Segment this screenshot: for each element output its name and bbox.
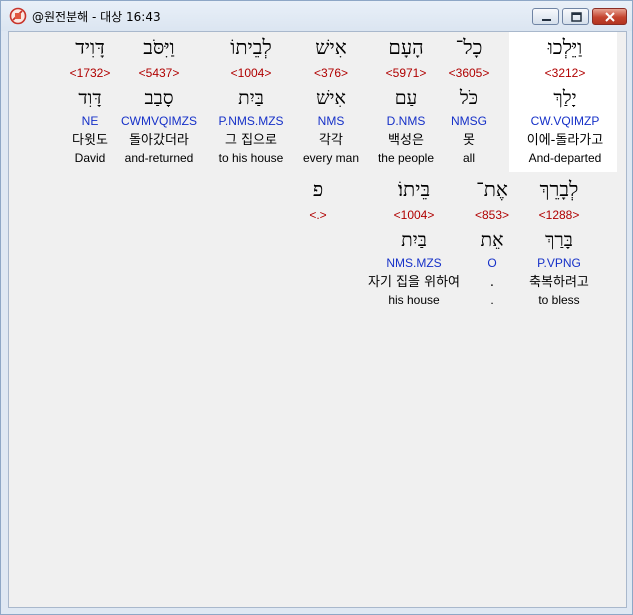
english-gloss: his house [388, 293, 440, 307]
strong-number: <1732> [69, 66, 111, 80]
interlinear-view[interactable]: וַיֵּלְכוּ <3212> יָלַךְ CW.VQIMZP 이에-돌라가고 An… [8, 31, 627, 608]
app-icon[interactable] [9, 7, 27, 25]
app-window: @원전분해 - 대상 16:43 וַיֵּלְכוּ <3212> יָלַךְ C… [0, 0, 633, 615]
korean-gloss: 자기 집을 위하여 [368, 275, 460, 290]
lemma: דָּוִד [78, 87, 102, 109]
title-bar[interactable]: @원전분해 - 대상 16:43 [1, 1, 632, 31]
hebrew-word: דָּוִיד [75, 35, 105, 59]
minimize-button[interactable] [532, 8, 559, 25]
korean-gloss: 다윗도 [72, 133, 108, 148]
strong-number: <.> [309, 208, 327, 222]
morphology-code: NMS.MZS [386, 256, 442, 270]
hebrew-word: פ [312, 177, 324, 201]
morphology-code: NE [81, 114, 99, 128]
close-button[interactable] [592, 8, 627, 25]
maximize-icon [571, 12, 582, 22]
minimize-icon [542, 19, 551, 21]
maximize-button[interactable] [562, 8, 589, 25]
window-title: @원전분해 - 대상 16:43 [32, 10, 161, 24]
close-icon [605, 12, 615, 22]
english-gloss: David [74, 151, 106, 165]
lemma: בַּיִת [401, 229, 427, 251]
